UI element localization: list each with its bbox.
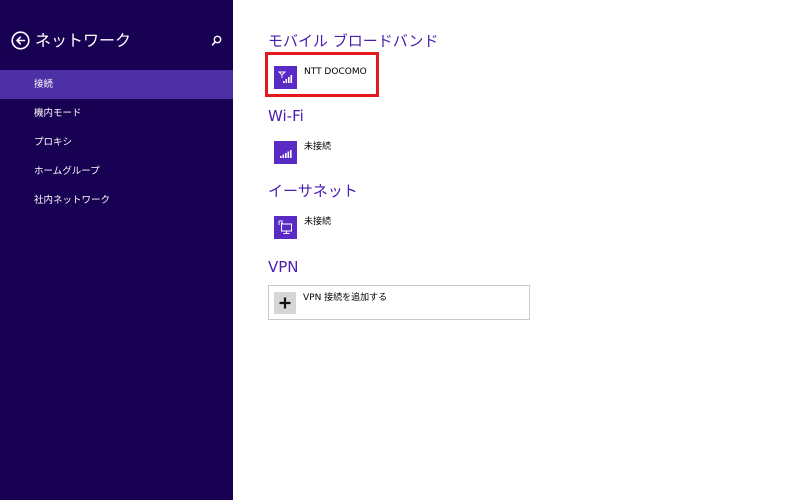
connection-tile	[274, 141, 297, 164]
main-content: モバイル ブロードバンド NTT DOCOMO Wi-Fi 未接続 イーサネット…	[233, 0, 800, 500]
wifi-signal-icon	[280, 150, 292, 158]
sidebar-item-label: ホームグループ	[34, 166, 100, 177]
sidebar-item-airplane-mode[interactable]: 機内モード	[0, 99, 233, 128]
sidebar-item-label: 社内ネットワーク	[34, 195, 111, 206]
sidebar-title: ネットワーク	[35, 31, 132, 50]
section-title-vpn: VPN	[268, 258, 299, 276]
sidebar-item-connections[interactable]: 接続	[0, 70, 233, 99]
ethernet-icon	[278, 220, 292, 234]
highlight-box	[265, 52, 379, 97]
connection-label: 未接続	[304, 142, 332, 152]
back-arrow-icon	[11, 31, 30, 50]
back-button[interactable]	[11, 31, 30, 50]
sidebar-item-homegroup[interactable]: ホームグループ	[0, 157, 233, 186]
sidebar-item-label: 接続	[34, 79, 54, 90]
section-title-mobile-broadband: モバイル ブロードバンド	[268, 32, 439, 50]
add-vpn-button[interactable]: VPN 接続を追加する	[268, 285, 530, 320]
connection-wifi[interactable]: 未接続	[274, 141, 474, 171]
section-title-wifi: Wi-Fi	[268, 107, 304, 125]
plus-tile	[274, 292, 296, 314]
plus-icon	[279, 297, 291, 309]
connection-ethernet[interactable]: 未接続	[274, 216, 474, 246]
sidebar-item-proxy[interactable]: プロキシ	[0, 128, 233, 157]
sidebar-item-label: プロキシ	[34, 137, 73, 148]
add-vpn-label: VPN 接続を追加する	[303, 293, 388, 303]
sidebar-item-label: 機内モード	[34, 108, 82, 119]
connection-tile	[274, 216, 297, 239]
section-title-ethernet: イーサネット	[268, 182, 358, 200]
search-icon	[211, 35, 222, 46]
sidebar-header: ネットワーク	[11, 30, 223, 52]
connection-label: 未接続	[304, 217, 332, 227]
search-button[interactable]	[209, 34, 223, 48]
sidebar-item-workplace[interactable]: 社内ネットワーク	[0, 186, 233, 215]
sidebar: ネットワーク 接続 機内モード プロキシ ホームグループ 社内ネットワーク	[0, 0, 233, 500]
